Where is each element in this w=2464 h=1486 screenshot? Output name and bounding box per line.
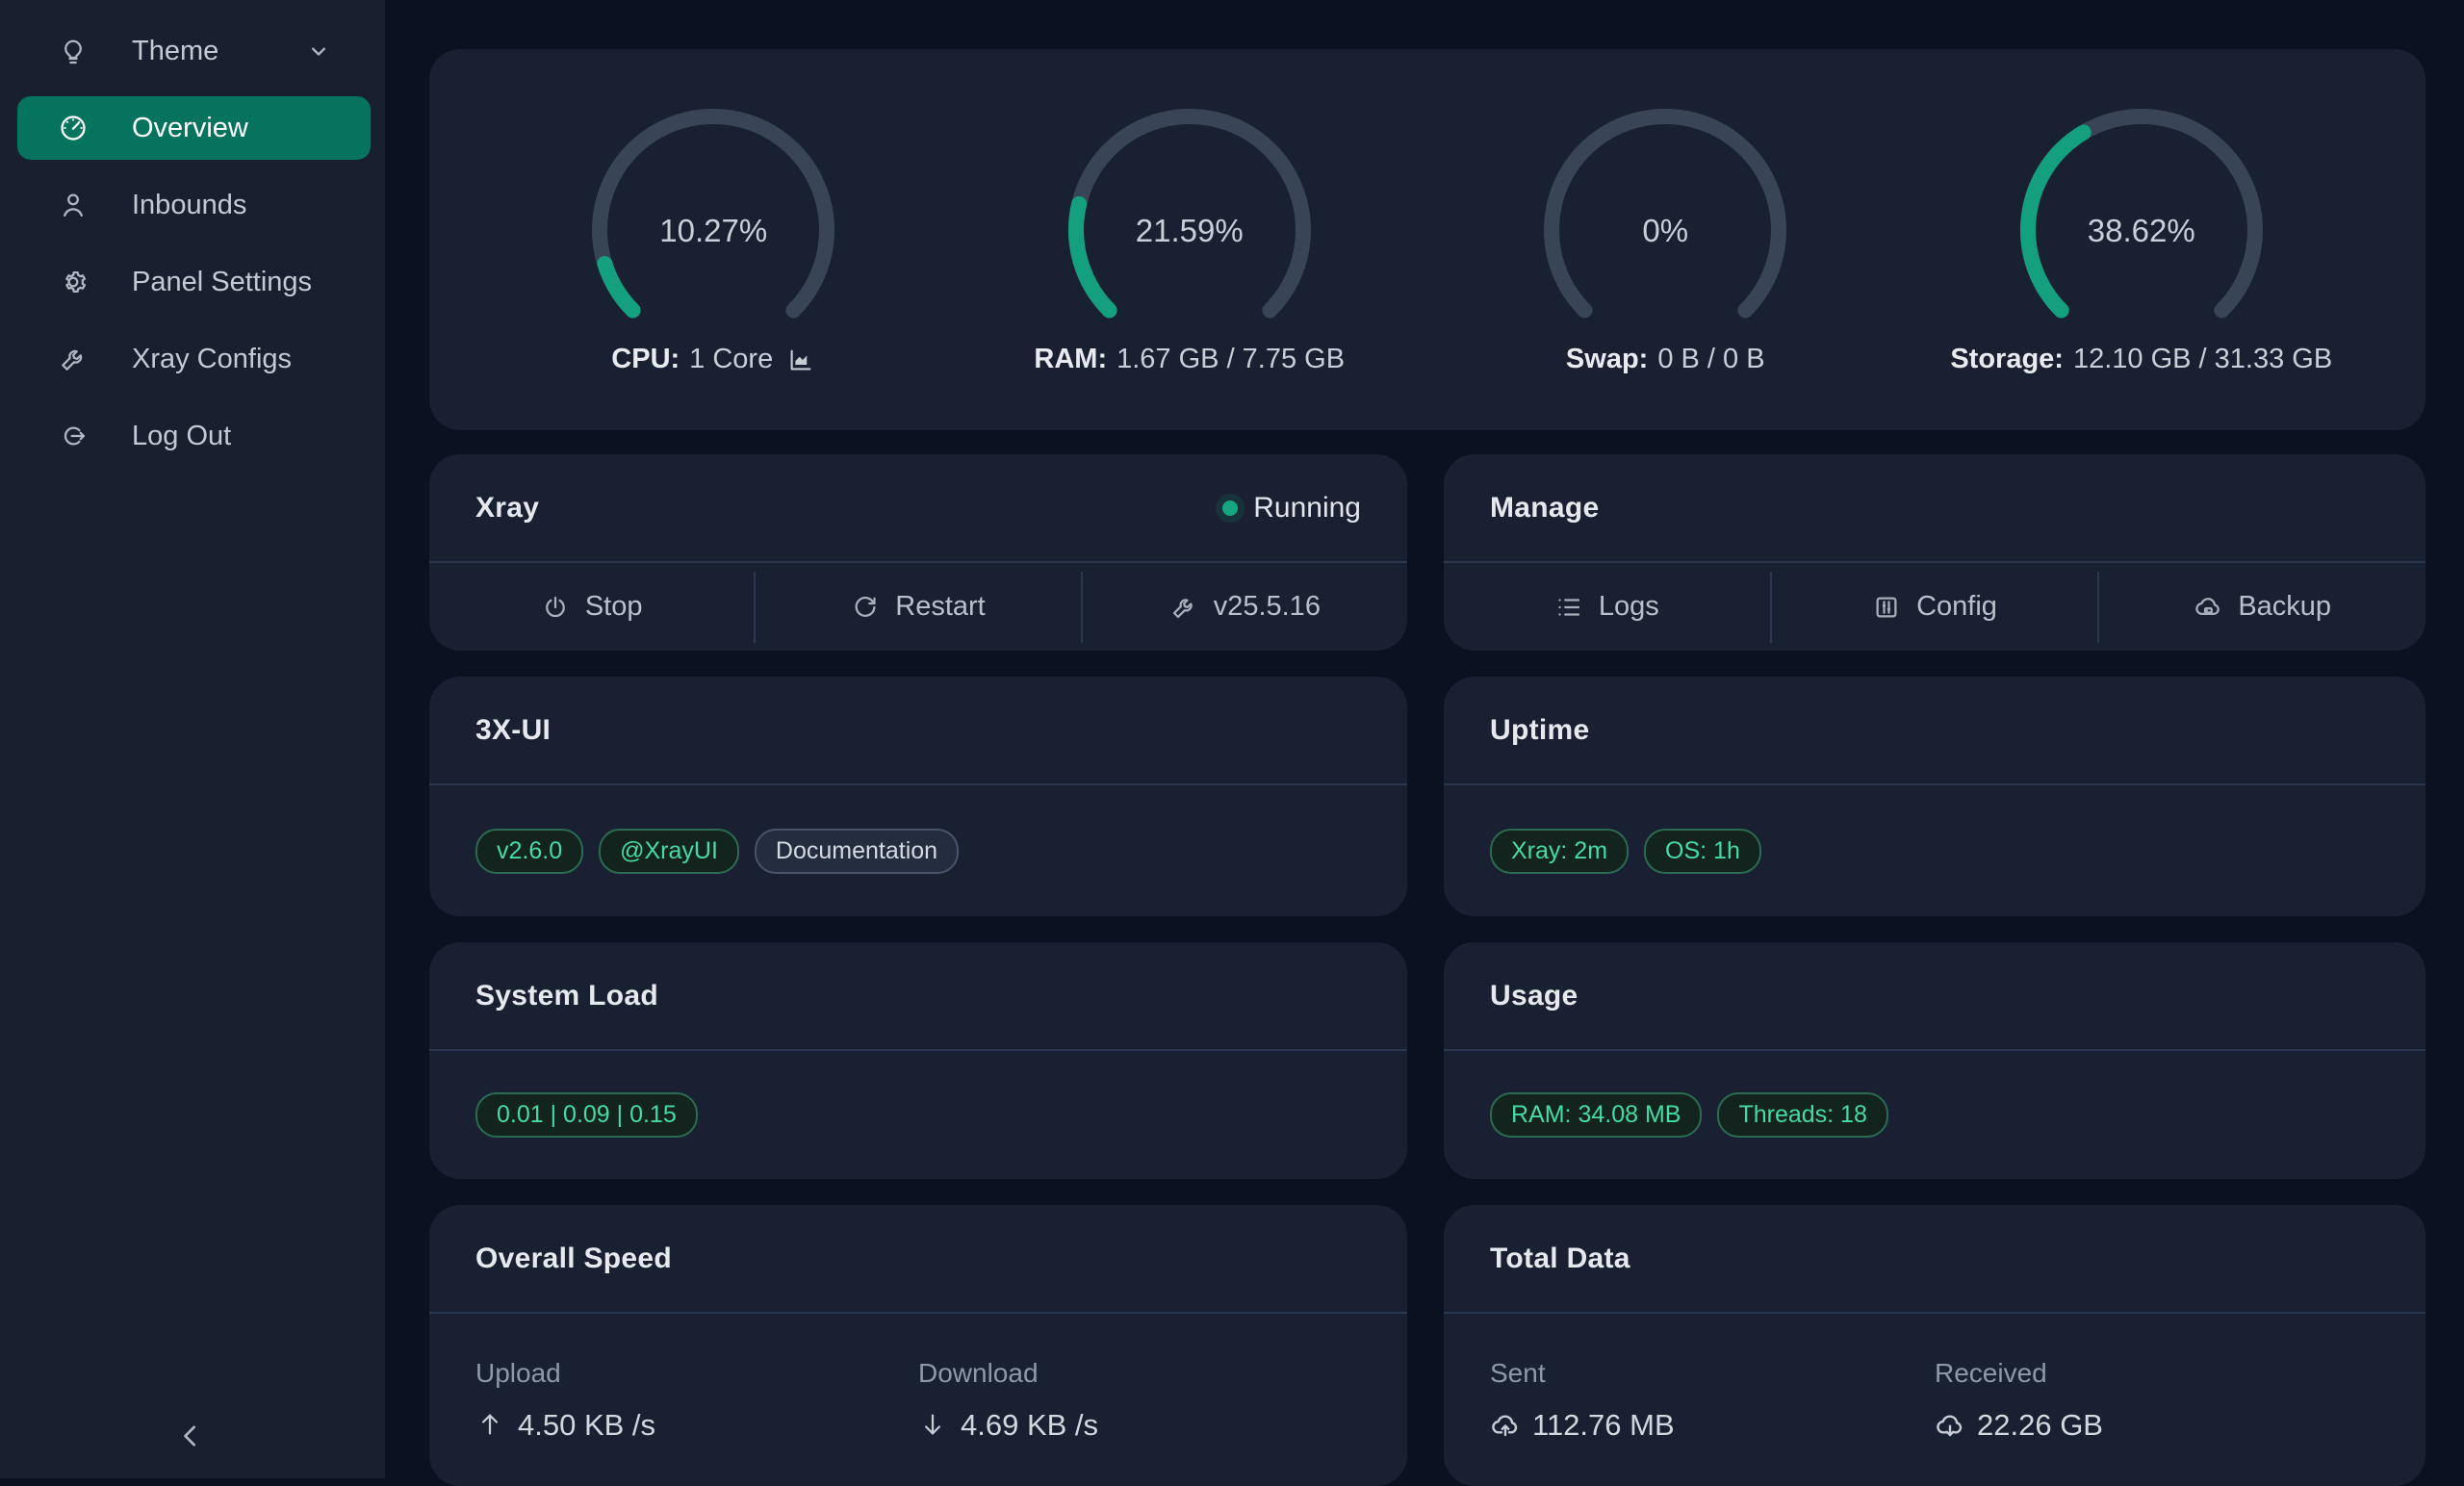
restart-icon: [851, 593, 880, 622]
gear-icon: [58, 267, 89, 297]
storage-gauge: 38.62% Storage: 12.10 GB / 31.33 GB: [1904, 105, 2380, 430]
status-text: Running: [1253, 492, 1361, 525]
xray-version-button[interactable]: v25.5.16: [1083, 563, 1407, 651]
chevron-down-icon: [305, 38, 332, 64]
ram-gauge: 21.59% RAM: 1.67 GB / 7.75 GB: [952, 105, 1428, 430]
system-stats-card: 10.27% CPU: 1 Core 21.59% RAM: 1.67 GB /: [429, 49, 2426, 430]
storage-label: Storage: 12.10 GB / 31.33 GB: [1950, 344, 2332, 375]
upload-value: 4.50 KB /s: [518, 1408, 655, 1443]
sidebar-item-label: Panel Settings: [132, 267, 312, 298]
xray-card: Xray Running Stop: [429, 454, 1407, 651]
sidebar-collapse-button[interactable]: [169, 1415, 212, 1457]
status-dot-icon: [1222, 500, 1238, 516]
os-uptime-tag: OS: 1h: [1644, 829, 1761, 874]
threads-tag: Threads: 18: [1717, 1092, 1887, 1138]
sidebar-item-overview[interactable]: Overview: [17, 96, 371, 160]
swap-percent: 0%: [1535, 213, 1795, 249]
backup-button[interactable]: Backup: [2099, 563, 2426, 651]
ram-percent: 21.59%: [1060, 213, 1320, 249]
sidebar-item-theme[interactable]: Theme: [0, 13, 385, 90]
manage-card-title: Manage: [1490, 492, 1600, 525]
ram-label: RAM: 1.67 GB / 7.75 GB: [1034, 344, 1345, 375]
xui-card-title: 3X-UI: [475, 714, 551, 747]
xray-uptime-tag: Xray: 2m: [1490, 829, 1629, 874]
sent-stat: Sent 112.76 MB: [1490, 1358, 1935, 1443]
sidebar-item-inbounds[interactable]: Inbounds: [0, 167, 385, 243]
sidebar-item-label: Xray Configs: [132, 344, 292, 375]
telegram-tag[interactable]: @XrayUI: [599, 829, 739, 874]
cpu-label: CPU: 1 Core: [611, 344, 815, 375]
download-value: 4.69 KB /s: [961, 1408, 1098, 1443]
lightbulb-icon: [58, 36, 89, 66]
sliders-icon: [1872, 593, 1901, 622]
xui-card: 3X-UI v2.6.0 @XrayUI Documentation: [429, 677, 1407, 916]
chevron-left-icon: [171, 1417, 210, 1455]
speedometer-icon: [58, 113, 89, 143]
load-average-tag: 0.01 | 0.09 | 0.15: [475, 1092, 698, 1138]
uptime-card: Uptime Xray: 2m OS: 1h: [1444, 677, 2426, 916]
version-tag[interactable]: v2.6.0: [475, 829, 583, 874]
upload-label: Upload: [475, 1358, 918, 1389]
xray-card-title: Xray: [475, 492, 539, 525]
sidebar-item-label: Log Out: [132, 421, 231, 452]
cloud-backup-icon: [2194, 593, 2222, 622]
wrench-icon: [1169, 593, 1198, 622]
overall-speed-card-title: Overall Speed: [475, 1243, 672, 1275]
total-data-card: Total Data Sent 112.76 MB: [1444, 1205, 2426, 1486]
main-content: 10.27% CPU: 1 Core 21.59% RAM: 1.67 GB /: [429, 49, 2426, 1486]
sidebar-item-label: Theme: [132, 36, 218, 67]
sidebar-item-label: Inbounds: [132, 190, 246, 221]
power-icon: [541, 593, 570, 622]
sent-value: 112.76 MB: [1532, 1408, 1675, 1443]
swap-gauge: 0% Swap: 0 B / 0 B: [1427, 105, 1904, 430]
documentation-tag[interactable]: Documentation: [755, 829, 959, 874]
arrow-up-icon: [475, 1410, 506, 1441]
sidebar: Theme Overview Inbounds Panel Set: [0, 0, 385, 1478]
download-stat: Download 4.69 KB /s: [918, 1358, 1361, 1443]
sidebar-item-label: Overview: [132, 113, 248, 144]
cpu-gauge: 10.27% CPU: 1 Core: [475, 105, 952, 430]
total-data-card-title: Total Data: [1490, 1243, 1630, 1275]
received-value: 22.26 GB: [1977, 1408, 2103, 1443]
system-load-card-title: System Load: [475, 980, 658, 1012]
manage-card: Manage Logs: [1444, 454, 2426, 651]
sidebar-item-panel-settings[interactable]: Panel Settings: [0, 243, 385, 320]
logs-button[interactable]: Logs: [1444, 563, 1770, 651]
list-icon: [1554, 593, 1583, 622]
download-label: Download: [918, 1358, 1361, 1389]
sent-label: Sent: [1490, 1358, 1935, 1389]
person-icon: [58, 190, 89, 220]
storage-percent: 38.62%: [2012, 213, 2272, 249]
wrench-icon: [58, 344, 89, 374]
overall-speed-card: Overall Speed Upload 4.50 KB /s: [429, 1205, 1407, 1486]
cpu-percent: 10.27%: [583, 213, 843, 249]
swap-label: Swap: 0 B / 0 B: [1566, 344, 1765, 375]
uptime-card-title: Uptime: [1490, 714, 1589, 747]
usage-card: Usage RAM: 34.08 MB Threads: 18: [1444, 942, 2426, 1179]
sidebar-item-xray-configs[interactable]: Xray Configs: [0, 320, 385, 397]
upload-stat: Upload 4.50 KB /s: [475, 1358, 918, 1443]
received-label: Received: [1935, 1358, 2379, 1389]
config-button[interactable]: Config: [1772, 563, 2098, 651]
cloud-upload-icon: [1490, 1410, 1521, 1441]
restart-button[interactable]: Restart: [756, 563, 1080, 651]
ram-usage-tag: RAM: 34.08 MB: [1490, 1092, 1702, 1138]
cloud-download-icon: [1935, 1410, 1965, 1441]
xray-status: Running: [1222, 492, 1361, 525]
system-load-card: System Load 0.01 | 0.09 | 0.15: [429, 942, 1407, 1179]
usage-card-title: Usage: [1490, 980, 1578, 1012]
stop-button[interactable]: Stop: [429, 563, 754, 651]
sidebar-item-log-out[interactable]: Log Out: [0, 397, 385, 474]
logout-icon: [58, 421, 89, 451]
arrow-down-icon: [918, 1410, 949, 1441]
area-chart-icon[interactable]: [786, 346, 815, 374]
received-stat: Received 22.26 GB: [1935, 1358, 2379, 1443]
